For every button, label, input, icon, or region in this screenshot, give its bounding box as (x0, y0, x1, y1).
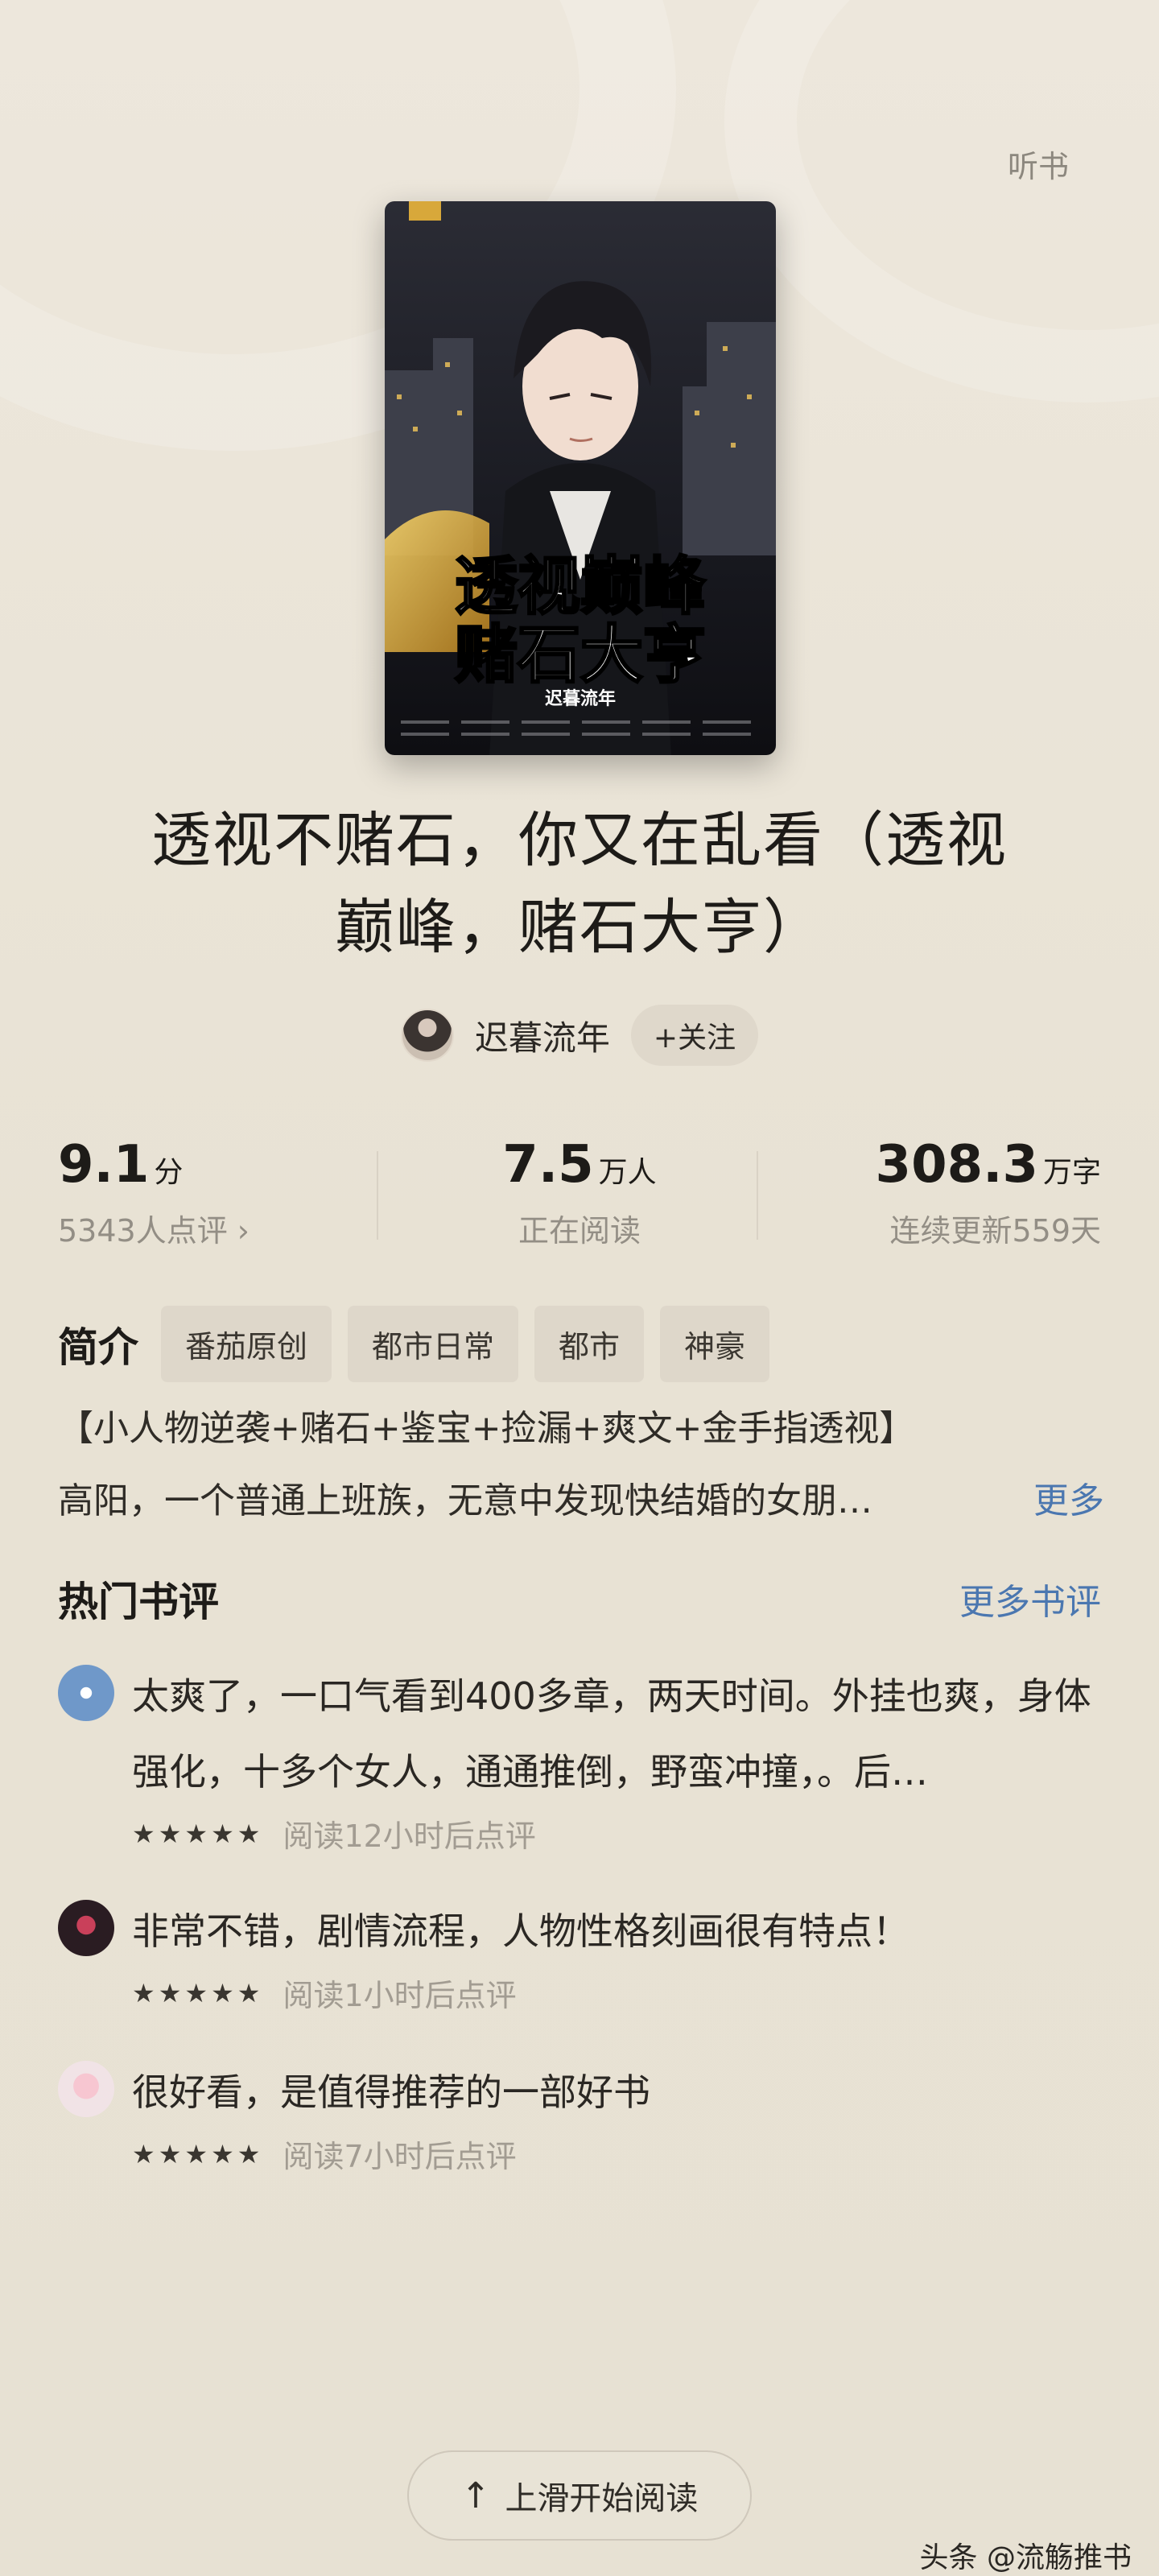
readers-label: 正在阅读 (518, 1213, 641, 1249)
listen-book-button[interactable]: 听书 (1008, 142, 1069, 186)
intro-more-link[interactable]: 更多 (1033, 1465, 1104, 1538)
review-item[interactable]: 太爽了，一口气看到400多章，两天时间。外挂也爽，身体强化，十多个女人，通通推倒… (58, 1658, 1104, 1856)
author-row: 迟暮流年 +关注 (0, 1005, 1159, 1066)
reviewer-avatar[interactable] (58, 2061, 114, 2117)
review-time: 阅读12小时后点评 (283, 1818, 536, 1854)
review-item[interactable]: 非常不错，剧情流程，人物性格刻画很有特点！ ★★★★★ 阅读1小时后点评 (58, 1893, 1104, 2015)
more-reviews-link[interactable]: 更多书评 (959, 1573, 1101, 1624)
review-text: 太爽了，一口气看到400多章，两天时间。外挂也爽，身体强化，十多个女人，通通推倒… (132, 1674, 1091, 1794)
intro-line-1: 【小人物逆袭+赌石+鉴宝+捡漏+爽文+金手指透视】 (58, 1408, 915, 1449)
author-name[interactable]: 迟暮流年 (475, 1011, 610, 1060)
rating-unit: 分 (154, 1156, 184, 1189)
intro-label: 简介 (58, 1323, 138, 1371)
author-avatar[interactable] (400, 1009, 454, 1062)
words-stat: 308.3 万字 连续更新559天 (753, 1135, 1101, 1272)
review-time: 阅读7小时后点评 (283, 2139, 517, 2174)
intro-text[interactable]: 【小人物逆袭+赌石+鉴宝+捡漏+爽文+金手指透视】 高阳，一个普通上班族，无意中… (58, 1393, 1104, 1538)
review-time: 阅读1小时后点评 (283, 1978, 517, 2013)
star-rating: ★★★★★ (132, 2138, 264, 2169)
tag-urban-daily[interactable]: 都市日常 (348, 1306, 519, 1382)
cover-title-line2: 赌石大亨 (455, 619, 706, 691)
readers-stat: 7.5 万人 正在阅读 (406, 1135, 753, 1272)
update-streak: 连续更新559天 (889, 1213, 1101, 1249)
tag-fanqie-original[interactable]: 番茄原创 (161, 1306, 332, 1382)
book-detail-page: 听书 透视巅峰 赌石大亨 迟暮流年 透视不赌石，你又在乱看（透视巅峰，赌石大亨）… (0, 0, 1159, 2576)
review-item[interactable]: 很好看，是值得推荐的一部好书 ★★★★★ 阅读7小时后点评 (58, 2054, 1104, 2176)
start-reading-label: 上滑开始阅读 (505, 2480, 699, 2517)
follow-button[interactable]: +关注 (630, 1005, 759, 1066)
arrow-up-icon: ↑ (460, 2475, 491, 2516)
watermark: 头条 @流觞推书 (919, 2541, 1132, 2574)
start-reading-button[interactable]: ↑ 上滑开始阅读 (407, 2450, 752, 2541)
cover-author: 迟暮流年 (545, 688, 616, 709)
words-value: 308.3 (875, 1135, 1038, 1195)
stat-divider (377, 1151, 378, 1240)
rating-count: 5343人点评 › (58, 1213, 250, 1249)
intro-line-2: 高阳，一个普通上班族，无意中发现快结婚的女朋… (58, 1480, 872, 1521)
reviews-title: 热门书评 (58, 1579, 219, 1625)
reviewer-avatar[interactable] (58, 1900, 114, 1956)
reviewer-avatar[interactable] (58, 1665, 114, 1721)
cover-title-line1: 透视巅峰 (455, 551, 706, 623)
rating-stat[interactable]: 9.1 分 5343人点评 › (58, 1135, 406, 1272)
intro-tags-row: 简介 番茄原创 都市日常 都市 神豪 (58, 1306, 770, 1382)
background-swirl (724, 0, 1159, 402)
readers-unit: 万人 (598, 1156, 657, 1189)
book-stats: 9.1 分 5343人点评 › 7.5 万人 正在阅读 308.3 万字 连续更新55… (58, 1135, 1101, 1272)
reviews-header: 热门书评 更多书评 (58, 1570, 1101, 1628)
book-title: 透视不赌石，你又在乱看（透视巅峰，赌石大亨） (151, 806, 1008, 962)
review-text: 非常不错，剧情流程，人物性格刻画很有特点！ (132, 1909, 909, 1953)
star-rating: ★★★★★ (132, 1977, 264, 2008)
book-cover[interactable]: 透视巅峰 赌石大亨 迟暮流年 (385, 201, 776, 755)
star-rating: ★★★★★ (132, 1818, 264, 1849)
readers-value: 7.5 (502, 1135, 594, 1195)
rating-value: 9.1 (58, 1135, 150, 1195)
tag-urban[interactable]: 都市 (534, 1306, 645, 1382)
words-unit: 万字 (1042, 1156, 1101, 1189)
review-text: 很好看，是值得推荐的一部好书 (132, 2070, 650, 2114)
tag-tycoon[interactable]: 神豪 (660, 1306, 770, 1382)
